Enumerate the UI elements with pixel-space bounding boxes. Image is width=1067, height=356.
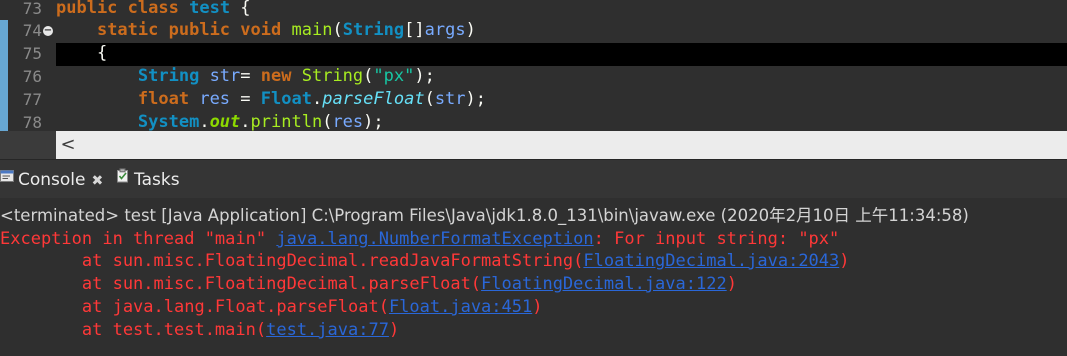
console-status-bar: <terminated> test [Java Application] C:\…: [0, 198, 1067, 229]
tab-tasks[interactable]: Tasks: [116, 167, 180, 193]
change-marker: [0, 89, 8, 112]
stack-trace-line: at test.test.main(test.java:77): [0, 319, 399, 342]
stack-trace-line: at java.lang.Float.parseFloat(Float.java…: [0, 296, 543, 319]
source-link[interactable]: java.lang.NumberFormatException: [276, 229, 593, 249]
line-gutter[interactable]: 73: [0, 0, 56, 21]
error-text: : For input string: "px": [593, 229, 840, 249]
console-process-status: <terminated> test [Java Application] C:\…: [0, 206, 969, 225]
line-number: 78: [22, 113, 42, 131]
change-marker: [0, 43, 8, 66]
exception-message: Exception in thread "main" java.lang.Num…: [0, 228, 839, 251]
line-gutter[interactable]: 75: [0, 43, 56, 66]
change-marker: [0, 20, 8, 43]
error-text: at sun.misc.FloatingDecimal.readJavaForm…: [0, 251, 584, 271]
change-marker: [0, 66, 8, 89]
code-text[interactable]: String str= new String("px");: [56, 66, 435, 89]
code-text[interactable]: {: [56, 43, 1067, 66]
error-text: Exception in thread "main": [0, 229, 277, 249]
source-link[interactable]: Float.java:451: [389, 297, 532, 317]
error-text: ): [839, 251, 850, 271]
line-gutter[interactable]: 74−: [0, 20, 56, 43]
tab-tasks-label: Tasks: [134, 170, 180, 190]
line-number: 77: [22, 90, 42, 109]
code-line[interactable]: 73 public class test {: [0, 0, 1067, 21]
code-editor[interactable]: 73 public class test {74− static public v…: [0, 0, 1067, 131]
source-link[interactable]: FloatingDecimal.java:122: [481, 274, 727, 294]
tasks-icon: [116, 165, 130, 191]
scrollbar-track[interactable]: [56, 131, 1067, 159]
console-output[interactable]: Exception in thread "main" java.lang.Num…: [0, 228, 1067, 356]
line-gutter[interactable]: 76: [0, 66, 56, 89]
console-tab-bar: Console ✖ Tasks: [0, 159, 1067, 198]
stack-trace-line: at sun.misc.FloatingDecimal.readJavaForm…: [0, 250, 850, 273]
code-line[interactable]: 76 String str= new String("px");: [0, 66, 1067, 89]
stack-trace-line: at sun.misc.FloatingDecimal.parseFloat(F…: [0, 273, 737, 296]
horizontal-scrollbar[interactable]: <: [0, 131, 1067, 159]
source-link[interactable]: FloatingDecimal.java:2043: [583, 251, 839, 271]
change-marker: [0, 112, 8, 131]
error-text: at test.test.main(: [0, 320, 267, 340]
code-line[interactable]: 78 System.out.println(res);: [0, 112, 1067, 131]
code-text[interactable]: public class test {: [56, 0, 251, 21]
console-icon: [0, 165, 14, 191]
line-number: 74: [22, 21, 42, 40]
line-number: 76: [22, 67, 42, 86]
code-text[interactable]: static public void main(String[]args): [56, 20, 476, 43]
error-text: ): [532, 297, 543, 317]
scroll-left-button[interactable]: <: [56, 131, 80, 159]
code-line[interactable]: 77 float res = Float.parseFloat(str);: [0, 89, 1067, 112]
tab-console-label: Console: [18, 170, 86, 190]
code-line[interactable]: 74− static public void main(String[]args…: [0, 20, 1067, 43]
close-icon[interactable]: ✖: [92, 168, 104, 194]
fold-collapse-icon[interactable]: −: [43, 26, 53, 36]
error-text: ): [388, 320, 400, 340]
code-text[interactable]: float res = Float.parseFloat(str);: [56, 89, 486, 112]
line-gutter[interactable]: 77: [0, 89, 56, 112]
code-text[interactable]: System.out.println(res);: [56, 112, 384, 131]
line-number: 75: [22, 44, 42, 63]
source-link[interactable]: test.java:77: [266, 320, 389, 340]
line-number: 73: [22, 0, 42, 18]
tab-console[interactable]: Console ✖: [0, 167, 103, 193]
error-text: ): [726, 274, 737, 294]
code-line[interactable]: 75 {: [0, 43, 1067, 66]
line-gutter[interactable]: 78: [0, 112, 56, 131]
error-text: at java.lang.Float.parseFloat(: [0, 297, 389, 317]
error-text: at sun.misc.FloatingDecimal.parseFloat(: [0, 274, 482, 294]
